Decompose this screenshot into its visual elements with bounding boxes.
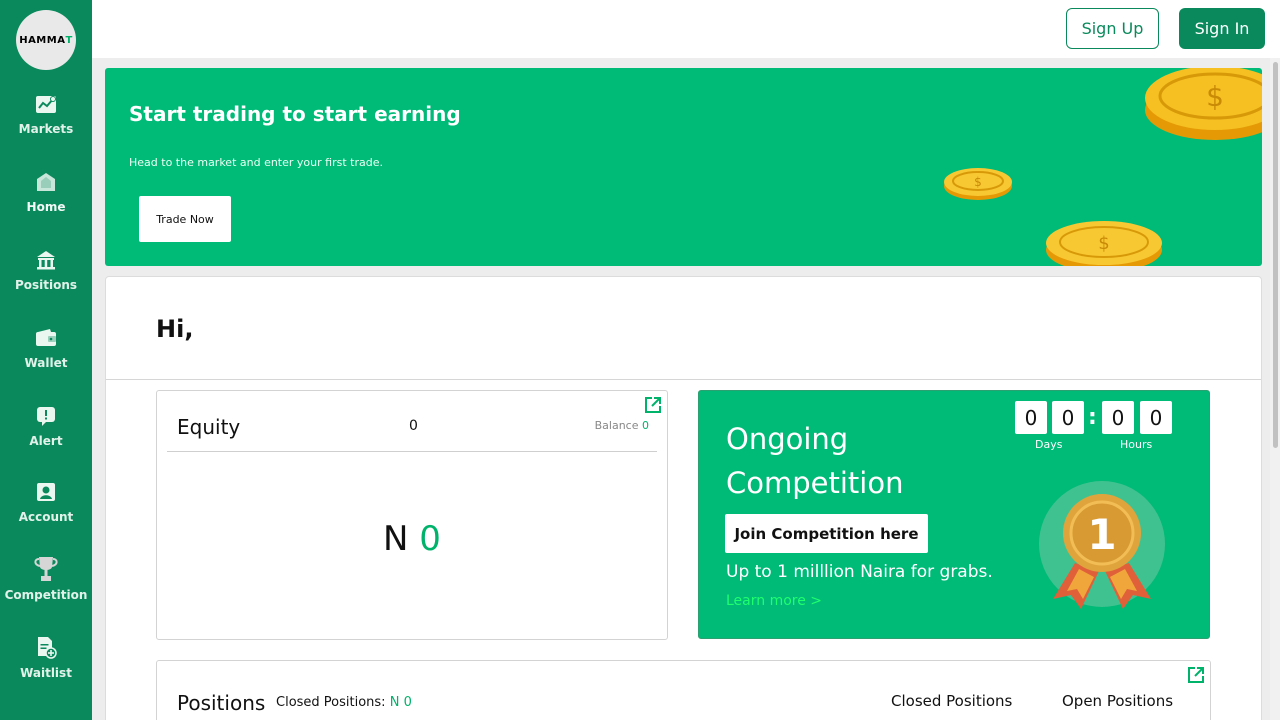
equity-amount-value: 0: [419, 519, 441, 559]
prize-text: Up to 1 milllion Naira for grabs.: [726, 562, 993, 582]
sidebar-item-label: Waitlist: [20, 666, 72, 680]
sidebar-item-wallet[interactable]: Wallet: [0, 326, 92, 370]
waitlist-icon: [34, 636, 58, 660]
alert-icon: [34, 404, 58, 428]
scrollbar-thumb[interactable]: [1273, 62, 1278, 448]
banner-title: Start trading to start earning: [129, 102, 461, 126]
sidebar: HAMMA T Markets Home Positions Wallet Ale…: [0, 0, 92, 720]
join-competition-button[interactable]: Join Competition here: [725, 514, 928, 553]
balance-value: 0: [642, 419, 649, 432]
wallet-icon: [34, 326, 58, 350]
sidebar-item-label: Alert: [29, 434, 63, 448]
closed-positions-label: Closed Positions:: [276, 695, 386, 710]
sidebar-item-account[interactable]: Account: [0, 480, 92, 524]
countdown-digit: 0: [1015, 401, 1047, 434]
countdown-digit: 0: [1102, 401, 1134, 434]
positions-card: Positions Closed Positions: N 0 Closed P…: [156, 660, 1211, 720]
medal-number: 1: [1087, 510, 1116, 559]
sidebar-item-label: Positions: [14, 278, 78, 292]
coin-small-icon: $: [944, 168, 1012, 200]
external-link-icon[interactable]: [644, 396, 662, 414]
bank-icon: [34, 248, 58, 272]
sidebar-item-markets[interactable]: Markets: [0, 92, 92, 136]
countdown-separator: :: [1088, 405, 1097, 430]
sidebar-item-label: Wallet: [24, 356, 68, 370]
sign-in-button[interactable]: Sign In: [1179, 8, 1265, 49]
account-icon: [34, 480, 58, 504]
equity-card: Equity 0 Balance 0 N 0: [156, 390, 668, 640]
sidebar-item-positions[interactable]: Positions: [0, 248, 92, 292]
balance-label: Balance: [594, 419, 639, 432]
svg-text:$: $: [974, 175, 982, 189]
closed-positions-summary: Closed Positions: N 0: [276, 695, 412, 710]
days-label: Days: [1035, 438, 1063, 451]
logo-accent: T: [65, 34, 73, 46]
sidebar-item-label: Home: [26, 200, 66, 214]
medal-icon: 1: [1039, 481, 1165, 609]
divider: [106, 379, 1261, 380]
divider: [167, 451, 657, 452]
learn-more-link[interactable]: Learn more >: [726, 593, 822, 609]
trophy-icon: [32, 554, 60, 584]
trade-now-button[interactable]: Trade Now: [139, 196, 231, 242]
sidebar-item-label: Markets: [18, 122, 74, 136]
hours-label: Hours: [1120, 438, 1153, 451]
countdown-digit: 0: [1052, 401, 1084, 434]
equity-label: Equity: [177, 415, 241, 439]
balance: Balance 0: [595, 419, 649, 432]
sidebar-item-label: Account: [18, 510, 74, 524]
svg-text:$: $: [1098, 233, 1109, 254]
sign-up-button[interactable]: Sign Up: [1066, 8, 1159, 49]
equity-value: 0: [409, 418, 418, 434]
coin-large-icon: $: [1145, 68, 1262, 140]
sidebar-item-waitlist[interactable]: Waitlist: [0, 636, 92, 680]
closed-positions-value: N 0: [389, 695, 412, 710]
tab-open-positions[interactable]: Open Positions: [1062, 692, 1173, 710]
greeting: Hi,: [156, 315, 194, 343]
logo[interactable]: HAMMA T: [16, 10, 76, 70]
equity-amount: N 0: [157, 519, 667, 559]
sidebar-item-competition[interactable]: Competition: [0, 554, 92, 602]
home-icon: [34, 170, 58, 194]
tab-closed-positions[interactable]: Closed Positions: [891, 692, 1012, 710]
competition-title: Ongoing Competition: [726, 422, 904, 500]
sidebar-item-home[interactable]: Home: [0, 170, 92, 214]
coin-medium-icon: $: [1046, 221, 1162, 266]
logo-text: HAMMA: [19, 34, 66, 46]
external-link-icon[interactable]: [1187, 666, 1205, 684]
banner-subtitle: Head to the market and enter your first …: [129, 156, 383, 169]
svg-text:$: $: [1206, 80, 1224, 113]
sidebar-item-alert[interactable]: Alert: [0, 404, 92, 448]
competition-card: Ongoing Competition Join Competition her…: [698, 390, 1210, 639]
promo-banner: Start trading to start earning Head to t…: [105, 68, 1262, 266]
sidebar-item-label: Competition: [4, 588, 88, 602]
countdown-digit: 0: [1140, 401, 1172, 434]
positions-title: Positions: [177, 691, 266, 715]
chart-icon: [34, 92, 58, 116]
currency-symbol: N: [383, 519, 409, 559]
